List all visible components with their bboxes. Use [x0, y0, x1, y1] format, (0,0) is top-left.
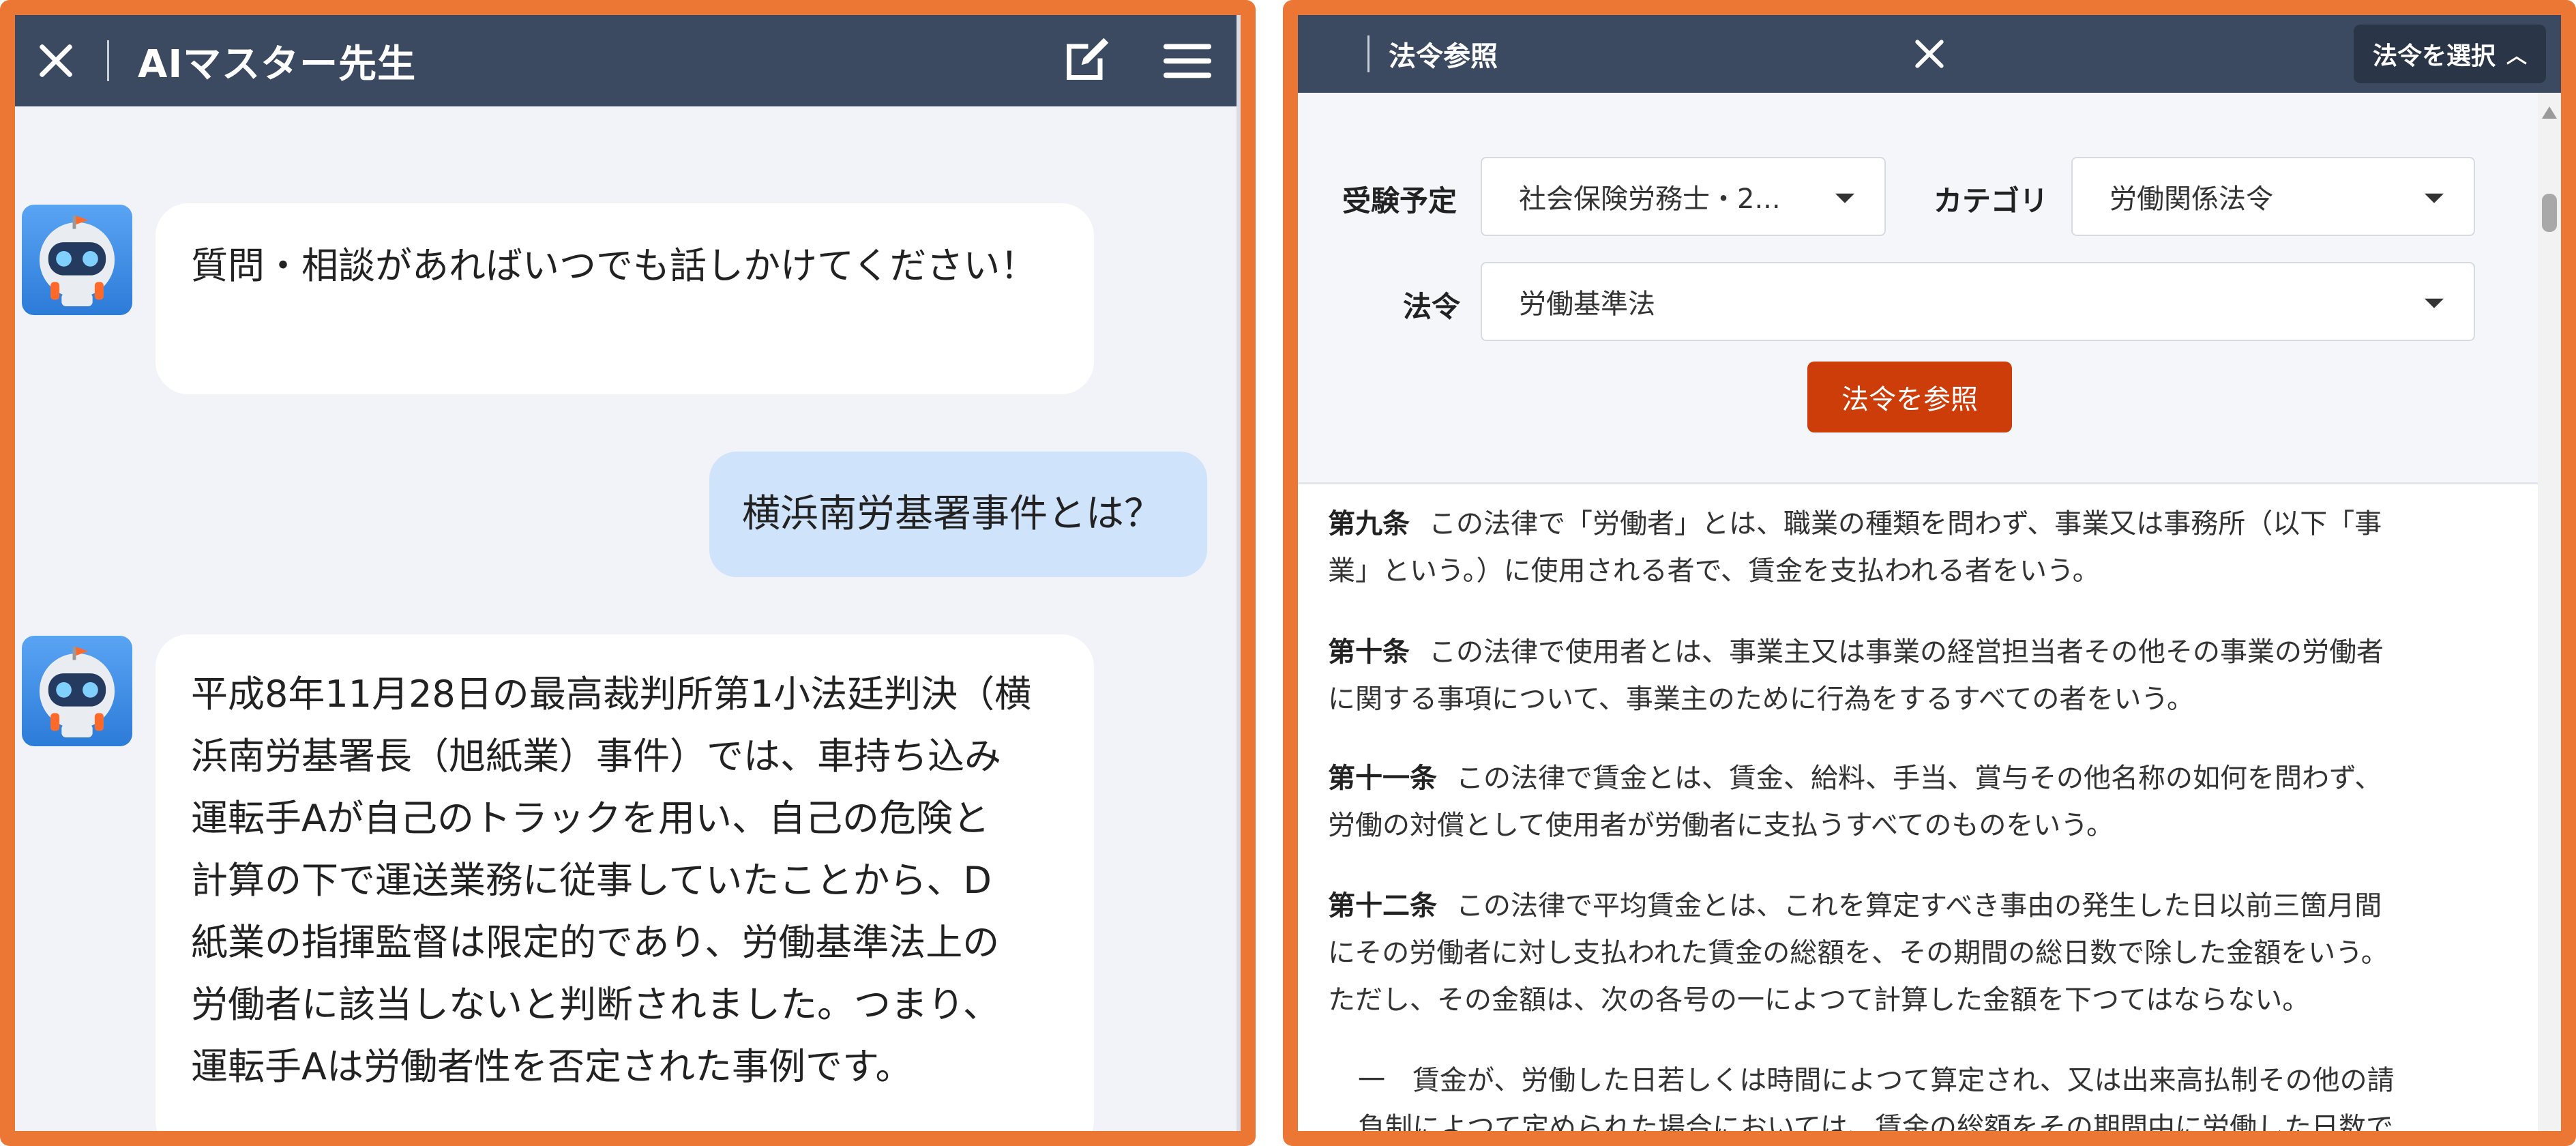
article-number: 第十条 [1328, 636, 1410, 668]
law-panel: 法令参照 法令を選択 ︿ 受験予定 社会保険労務士・2... カテゴリ 労働関係… [1298, 15, 2561, 1131]
user-message: 横浜南労基署事件とは？ [709, 452, 1207, 577]
assistant-message-text: 質問・相談があればいつでも話しかけてください！ [191, 244, 1037, 287]
exam-select[interactable]: 社会保険労務士・2... [1481, 157, 1886, 236]
assistant-message: 質問・相談があればいつでも話しかけてください！ [156, 203, 1094, 394]
chat-panel: AIマスター先生 質問・相談があればいつでも話しかけてください！ 横浜南労基署事… [15, 15, 1241, 1131]
article-number: 第九条 [1328, 508, 1410, 540]
law-label: 法令 [1403, 290, 1461, 323]
category-select-value: 労働関係法令 [2109, 183, 2273, 215]
caret-down-icon [2425, 193, 2444, 203]
user-message-text: 横浜南労基署事件とは？ [742, 492, 1162, 536]
article-line: にその労働者に対し支払われた賃金の総額を、その期間の総日数で除した金額をいう。 [1328, 937, 2388, 969]
exam-label: 受験予定 [1342, 184, 1457, 218]
category-label: カテゴリ [1934, 184, 2049, 218]
article-number: 第十一条 [1328, 763, 1437, 794]
law-frame: 法令参照 法令を選択 ︿ 受験予定 社会保険労務士・2... カテゴリ 労働関係… [1283, 0, 2576, 1146]
scrollbar[interactable] [2538, 93, 2561, 1131]
title-separator [1367, 35, 1370, 72]
answer-line: 運転手Aが自己のトラックを用い、自己の危険と [191, 797, 990, 840]
article-line: に関する事項について、事業主のために行為をするすべての者をいう。 [1328, 684, 2194, 715]
select-law-button[interactable]: 法令を選択 ︿ [2353, 25, 2546, 83]
law-select-value: 労働基準法 [1519, 289, 1655, 320]
scroll-up-arrow[interactable] [2542, 106, 2557, 119]
title-separator [107, 40, 109, 81]
article: 第十二条 この法律で平均賃金とは、これを算定すべき事由の発生した日以前三箇月間 に… [1328, 883, 2504, 1024]
answer-line: 紙業の指揮監督は限定的であり、労働基準法上の [191, 921, 1000, 964]
article-number: 第十二条 [1328, 890, 1437, 922]
law-title: 法令参照 [1389, 41, 1498, 72]
answer-line: 浜南労基署長（旭紙業）事件）では、車持ち込み [191, 735, 1001, 778]
article: 第十条 この法律で使用者とは、事業主又は事業の経営担当者その他その事業の労働者 に… [1328, 629, 2504, 723]
chevron-up-icon: ︿ [2506, 44, 2527, 68]
article-line: 業」という。）に使用される者で、賃金を支払われる者をいう。 [1328, 555, 2100, 587]
answer-line: 計算の下で運送業務に従事していたことから、D [191, 859, 992, 902]
close-icon[interactable] [32, 37, 80, 85]
assistant-message: 平成8年11月28日の最高裁判所第1小法廷判決（横 浜南労基署長（旭紙業）事件）… [156, 634, 1094, 1131]
chat-frame: AIマスター先生 質問・相談があればいつでも話しかけてください！ 横浜南労基署事… [0, 0, 1256, 1146]
law-select[interactable]: 労働基準法 [1481, 262, 2475, 341]
menu-icon[interactable] [1159, 32, 1216, 89]
scroll-thumb[interactable] [2542, 194, 2557, 232]
bot-avatar [22, 636, 132, 746]
article: 第九条 この法律で「労働者」とは、職業の種類を問わず、事業又は事務所（以下「事 業… [1328, 501, 2504, 595]
article-line: ただし、その金額は、次の各号の一によつて計算した金額を下つてはならない。 [1328, 984, 2310, 1016]
chat-title: AIマスター先生 [138, 42, 417, 87]
article-item: 一 賃金が、労働した日若しくは時間によつて算定され、又は出来高払制その他の請 負… [1358, 1057, 2517, 1131]
article-line: 一 賃金が、労働した日若しくは時間によつて算定され、又は出来高払制その他の請 [1358, 1065, 2395, 1096]
caret-down-icon [1835, 193, 1854, 203]
new-chat-edit-icon[interactable] [1057, 32, 1114, 89]
article-line: この法律で賃金とは、賃金、給料、手当、賞与その他名称の如何を問わず、 [1456, 763, 2382, 794]
article-line: この法律で「労働者」とは、職業の種類を問わず、事業又は事務所（以下「事 [1429, 508, 2382, 540]
law-titlebar: 法令参照 法令を選択 ︿ [1298, 15, 2561, 93]
answer-line: 運転手Aは労働者性を否定された事例です。 [191, 1045, 913, 1088]
chat-titlebar: AIマスター先生 [15, 15, 1241, 106]
select-law-label: 法令を選択 [2372, 42, 2496, 70]
article: 第十一条 この法律で賃金とは、賃金、給料、手当、賞与その他名称の如何を問わず、 労… [1328, 755, 2504, 849]
answer-line: 平成8年11月28日の最高裁判所第1小法廷判決（横 [191, 673, 1032, 716]
close-icon[interactable] [1313, 35, 1351, 73]
panel-edge [1237, 15, 1241, 1131]
article-line: この法律で平均賃金とは、これを算定すべき事由の発生した日以前三箇月間 [1456, 890, 2382, 922]
robot-icon [39, 216, 115, 307]
law-form: 受験予定 社会保険労務士・2... カテゴリ 労働関係法令 法令 労働基準法 法… [1298, 93, 2538, 484]
answer-line: 労働者に該当しないと判断されました。つまり、 [191, 983, 1000, 1026]
article-line: 労働の対償として使用者が労働者に支払うすべてのものをいう。 [1328, 810, 2114, 841]
bot-avatar [22, 205, 132, 315]
law-text: （定義） 第九条この法律で「労働者」とは、職業の種類を問わず、事業又は事務所（以… [1298, 486, 2538, 1131]
article-line: この法律で使用者とは、事業主又は事業の経営担当者その他その事業の労働者 [1429, 636, 2384, 668]
category-select[interactable]: 労働関係法令 [2071, 157, 2475, 236]
reference-law-button[interactable]: 法令を参照 [1807, 362, 2012, 432]
article-line: 負制によつて定められた場合においては、賃金の総額をその期間中に労働した日数で [1358, 1112, 2393, 1131]
exam-select-value: 社会保険労務士・2... [1519, 183, 1781, 215]
cutoff-text: （定義） [1328, 486, 1437, 497]
robot-icon [39, 647, 115, 738]
caret-down-icon [2425, 298, 2444, 308]
